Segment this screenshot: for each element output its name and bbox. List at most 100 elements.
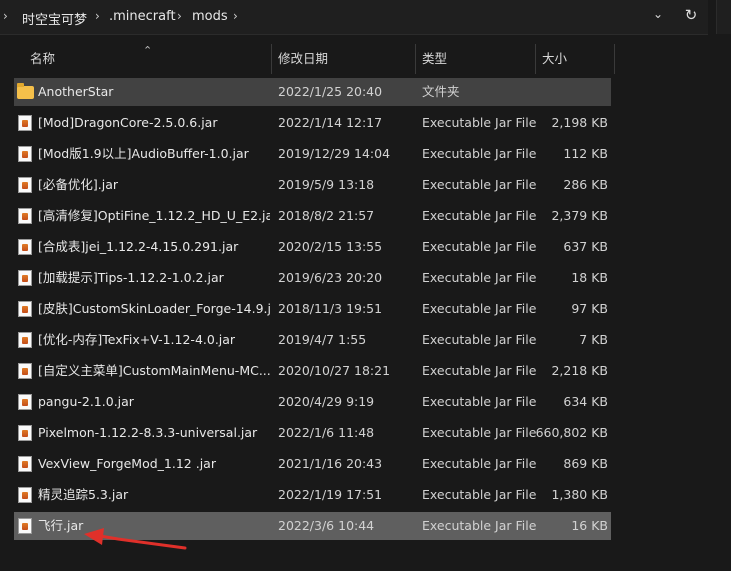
file-row[interactable]: [必备优化].jar 2019/5/9 13:18 Executable Jar F… xyxy=(14,171,611,199)
file-type: Executable Jar File xyxy=(422,456,537,471)
file-type: Executable Jar File xyxy=(422,115,537,130)
file-date: 2019/12/29 14:04 xyxy=(278,146,391,161)
column-divider[interactable] xyxy=(271,44,272,74)
file-row[interactable]: [高清修复]OptiFine_1.12.2_HD_U_E2.jar 2018/8/… xyxy=(14,202,611,230)
breadcrumb-item-mods[interactable]: mods xyxy=(192,9,228,24)
file-type: Executable Jar File xyxy=(422,425,537,440)
file-name: AnotherStar xyxy=(38,84,114,99)
file-row[interactable]: [皮肤]CustomSkinLoader_Forge-14.9.j... 2018… xyxy=(14,295,611,323)
sort-ascending-icon: ⌃ xyxy=(143,44,153,57)
file-name: [Mod]DragonCore-2.5.0.6.jar xyxy=(38,115,218,130)
jar-icon xyxy=(18,332,32,348)
file-size: 18 KB xyxy=(571,270,608,285)
file-date: 2020/4/29 9:19 xyxy=(278,394,375,409)
file-name: [合成表]jei_1.12.2-4.15.0.291.jar xyxy=(38,239,239,254)
file-size: 16 KB xyxy=(571,518,608,533)
file-date: 2019/6/23 20:20 xyxy=(278,270,383,285)
file-date: 2019/4/7 1:55 xyxy=(278,332,367,347)
file-row[interactable]: 精灵追踪5.3.jar 2022/1/19 17:51 Executable Jar… xyxy=(14,481,611,509)
search-box-edge[interactable] xyxy=(716,0,731,34)
file-name: 精灵追踪5.3.jar xyxy=(38,487,129,502)
address-bar[interactable]: › 时空宝可梦 › .minecraft › mods › ⌄ ↻ xyxy=(0,0,708,35)
file-row[interactable]: 飞行.jar 2022/3/6 10:44 Executable Jar File 1… xyxy=(14,512,611,540)
file-row[interactable]: [自定义主菜单]CustomMainMenu-MC... 2020/10/27 1… xyxy=(14,357,611,385)
jar-icon xyxy=(18,518,32,534)
file-size: 869 KB xyxy=(563,456,608,471)
file-name: VexView_ForgeMod_1.12 .jar xyxy=(38,456,216,471)
file-name: [皮肤]CustomSkinLoader_Forge-14.9.j... xyxy=(38,301,270,316)
file-date: 2018/8/2 21:57 xyxy=(278,208,375,223)
file-type: Executable Jar File xyxy=(422,394,537,409)
column-header: ⌃ 名称 修改日期 类型 大小 xyxy=(0,44,731,74)
column-divider[interactable] xyxy=(614,44,615,74)
file-date: 2022/1/19 17:51 xyxy=(278,487,383,502)
jar-icon xyxy=(18,115,32,131)
column-header-type[interactable]: 类型 xyxy=(422,44,447,74)
jar-icon xyxy=(18,394,32,410)
file-row[interactable]: Pixelmon-1.12.2-8.3.3-universal.jar 2022/… xyxy=(14,419,611,447)
breadcrumb-item-shikong[interactable]: 时空宝可梦 xyxy=(22,9,87,28)
file-type: Executable Jar File xyxy=(422,301,537,316)
file-type: Executable Jar File xyxy=(422,177,537,192)
jar-icon xyxy=(18,425,32,441)
file-row[interactable]: [Mod版1.9以上]AudioBuffer-1.0.jar 2019/12/29… xyxy=(14,140,611,168)
file-type: Executable Jar File xyxy=(422,363,537,378)
folder-icon xyxy=(17,83,34,99)
file-row[interactable]: AnotherStar 2022/1/25 20:40 文件夹 xyxy=(14,78,611,106)
file-name: [自定义主菜单]CustomMainMenu-MC... xyxy=(38,363,270,378)
jar-icon xyxy=(18,363,32,379)
jar-icon xyxy=(18,208,32,224)
column-divider[interactable] xyxy=(415,44,416,74)
column-header-name[interactable]: 名称 xyxy=(30,44,55,74)
file-row[interactable]: pangu-2.1.0.jar 2020/4/29 9:19 Executable … xyxy=(14,388,611,416)
file-type: Executable Jar File xyxy=(422,487,537,502)
jar-icon xyxy=(18,270,32,286)
refresh-icon[interactable]: ↻ xyxy=(682,6,700,26)
file-row[interactable]: [Mod]DragonCore-2.5.0.6.jar 2022/1/14 12:… xyxy=(14,109,611,137)
breadcrumb-separator: › xyxy=(95,9,100,23)
jar-icon xyxy=(18,177,32,193)
file-date: 2022/1/14 12:17 xyxy=(278,115,383,130)
file-date: 2020/2/15 13:55 xyxy=(278,239,383,254)
file-row[interactable]: [合成表]jei_1.12.2-4.15.0.291.jar 2020/2/15 … xyxy=(14,233,611,261)
file-name: 飞行.jar xyxy=(38,518,84,533)
breadcrumb-item-minecraft[interactable]: .minecraft xyxy=(109,9,176,24)
file-size: 112 KB xyxy=(563,146,608,161)
file-size: 2,379 KB xyxy=(551,208,608,223)
file-size: 637 KB xyxy=(563,239,608,254)
file-size: 634 KB xyxy=(563,394,608,409)
breadcrumb-separator: › xyxy=(233,9,238,23)
column-header-size[interactable]: 大小 xyxy=(542,44,567,74)
file-size: 7 KB xyxy=(579,332,608,347)
jar-icon xyxy=(18,146,32,162)
file-type: Executable Jar File xyxy=(422,332,537,347)
file-date: 2022/1/25 20:40 xyxy=(278,84,383,99)
file-name: [高清修复]OptiFine_1.12.2_HD_U_E2.jar xyxy=(38,208,270,223)
file-date: 2022/1/6 11:48 xyxy=(278,425,375,440)
file-size: 2,218 KB xyxy=(551,363,608,378)
file-row[interactable]: VexView_ForgeMod_1.12 .jar 2021/1/16 20:4… xyxy=(14,450,611,478)
file-name: [必备优化].jar xyxy=(38,177,118,192)
file-name: pangu-2.1.0.jar xyxy=(38,394,134,409)
column-divider[interactable] xyxy=(535,44,536,74)
jar-icon xyxy=(18,239,32,255)
breadcrumb-separator: › xyxy=(177,9,182,23)
file-name: Pixelmon-1.12.2-8.3.3-universal.jar xyxy=(38,425,258,440)
file-size: 286 KB xyxy=(563,177,608,192)
file-type: 文件夹 xyxy=(422,84,460,99)
file-name: [Mod版1.9以上]AudioBuffer-1.0.jar xyxy=(38,146,249,161)
file-type: Executable Jar File xyxy=(422,239,537,254)
column-header-date[interactable]: 修改日期 xyxy=(278,44,328,74)
file-size: 660,802 KB xyxy=(535,425,608,440)
file-size xyxy=(534,78,608,106)
file-size: 97 KB xyxy=(571,301,608,316)
file-row[interactable]: [加载提示]Tips-1.12.2-1.0.2.jar 2019/6/23 20:… xyxy=(14,264,611,292)
chevron-down-icon[interactable]: ⌄ xyxy=(650,7,666,25)
file-row[interactable]: [优化-内存]TexFix+V-1.12-4.0.jar 2019/4/7 1:5… xyxy=(14,326,611,354)
file-type: Executable Jar File xyxy=(422,208,537,223)
jar-icon xyxy=(18,456,32,472)
file-date: 2019/5/9 13:18 xyxy=(278,177,375,192)
file-date: 2022/3/6 10:44 xyxy=(278,518,375,533)
jar-icon xyxy=(18,487,32,503)
breadcrumb-separator: › xyxy=(3,9,8,23)
